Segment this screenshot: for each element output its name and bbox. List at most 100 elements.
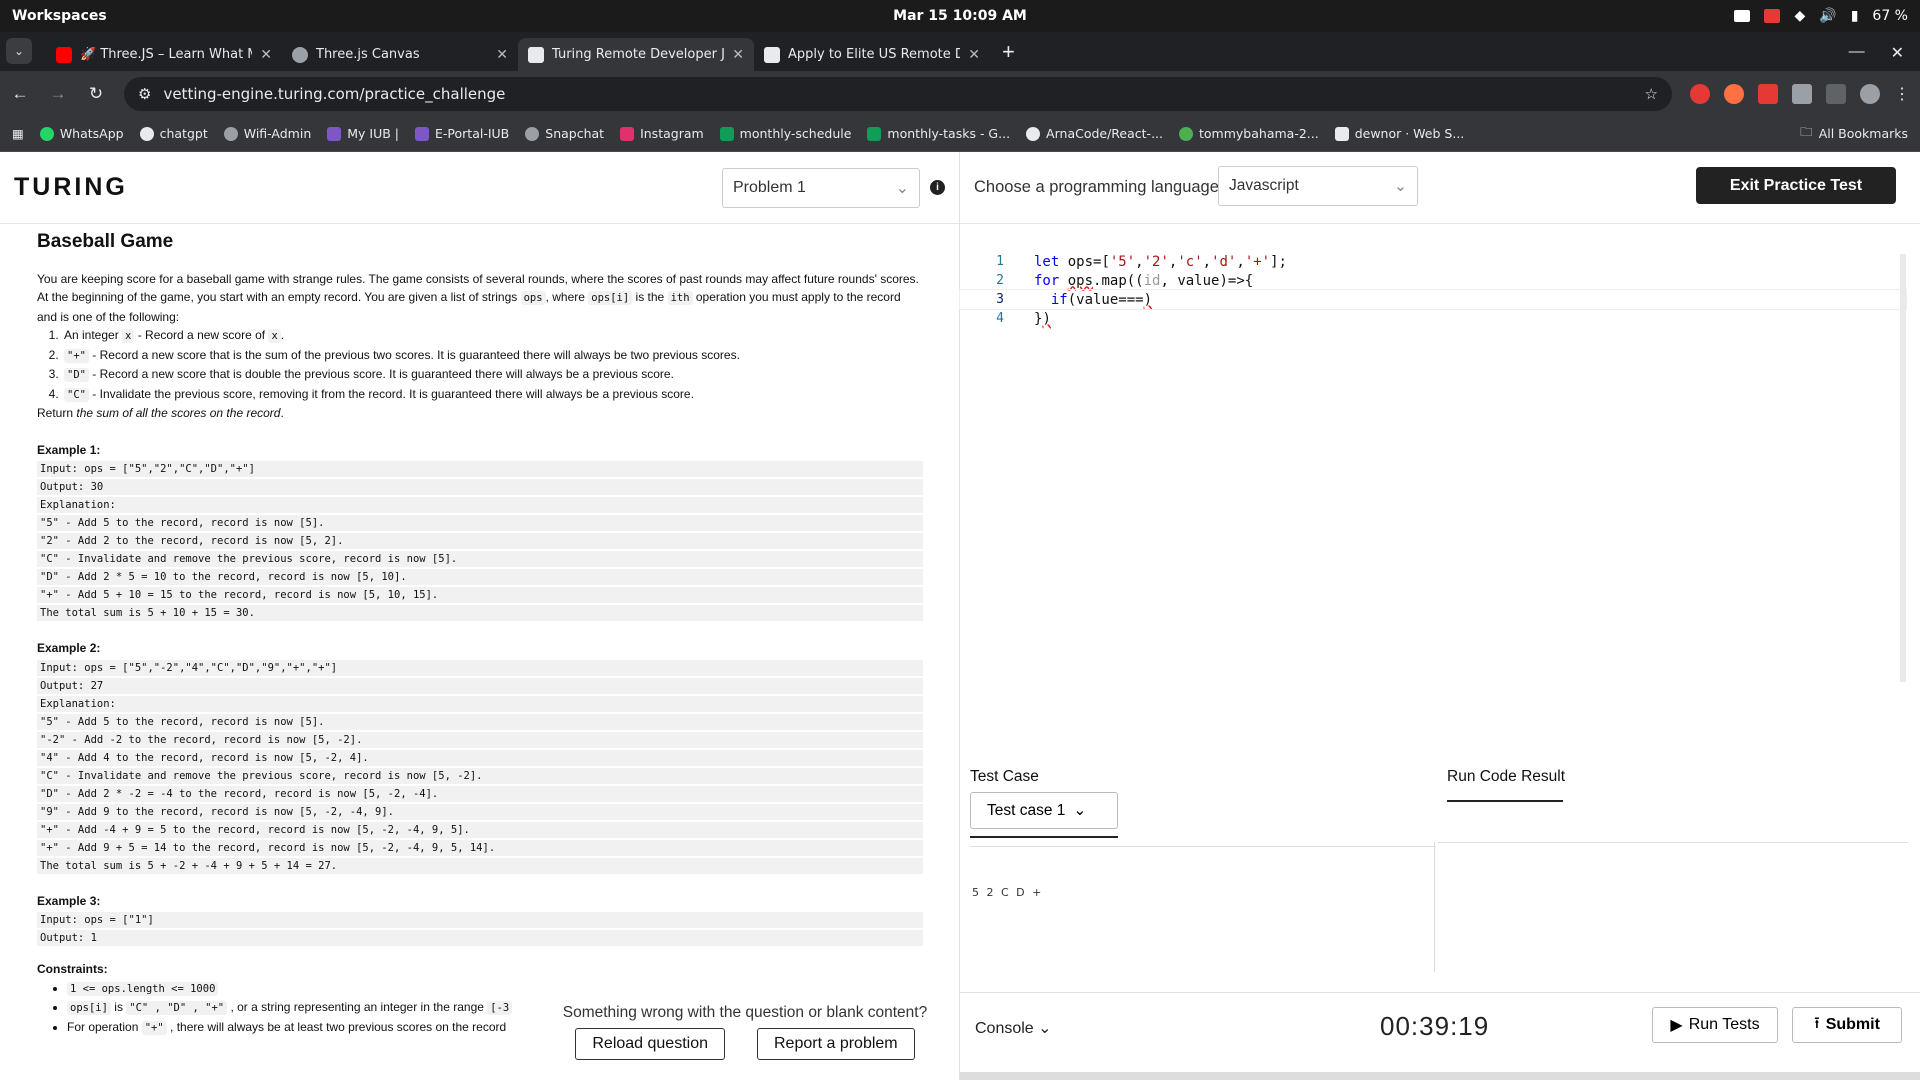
extension-new-icon[interactable] [1758,83,1778,104]
test-case-select[interactable]: Test case 1 ⌄ [970,792,1118,829]
code-text[interactable]: for ops.map((id, value)=>{ [1004,273,1253,289]
example-block: Input: ops = ["1"] Output: 1 [37,912,923,946]
text-segment: - Record a new score that is double the … [88,367,674,381]
minimize-icon[interactable]: — [1849,43,1865,63]
bookmark-item[interactable]: WhatsApp [39,126,124,141]
bookmark-item[interactable]: monthly-schedule [719,126,852,141]
text-segment: "C" [64,387,89,402]
bookmark-item[interactable]: chatgpt [139,126,208,141]
app-indicator-icon[interactable] [1764,9,1781,23]
text-segment: Output: 27 [37,677,923,694]
line-number: 1 [996,254,1004,269]
report-problem-button[interactable]: Report a problem [757,1028,915,1060]
bookmark-item[interactable]: ArnaCode/React-... [1026,126,1163,141]
text-segment: "C" , "D" , "+" [126,1001,228,1015]
puzzle-icon[interactable] [1792,83,1812,104]
bookmark-star-icon[interactable]: ☆ [1645,85,1658,103]
bookmark-label: dewnor · Web S... [1354,126,1465,141]
clock[interactable]: Mar 15 10:09 AM [893,8,1027,24]
bookmark-item[interactable]: dewnor · Web S... [1334,126,1465,141]
code-text[interactable]: }) [1004,311,1051,327]
window-list-icon[interactable] [1734,10,1751,22]
console-toggle[interactable]: Console ⌄ [975,1018,1052,1038]
bookmark-item[interactable]: My IUB | [327,126,399,141]
workspaces-label[interactable]: Workspaces [12,8,107,24]
close-window-icon[interactable]: ✕ [1891,43,1904,63]
reading-list-icon[interactable] [1826,83,1846,104]
bookmark-item[interactable]: Snapchat [525,126,604,141]
language-select[interactable]: Javascript ⌄ [1218,166,1418,206]
bookmark-item[interactable]: Wifi-Admin [223,126,311,141]
editor-scrollbar[interactable] [1900,254,1906,682]
rule-item: "D" - Record a new score that is double … [62,365,923,385]
all-bookmarks[interactable]: 🗀 All Bookmarks [1800,123,1908,144]
sheets-icon [867,126,882,141]
bookmark-item[interactable]: monthly-tasks - G... [867,126,1010,141]
browser-tab[interactable]: 🚀 Three.JS – Learn What Ma ✕ [46,38,282,71]
code-line[interactable]: 1 let ops=['5','2','c','d','+']; [960,252,1906,271]
iub-icon [327,126,342,141]
extensions: ⋮ [1690,83,1910,104]
info-icon[interactable]: i [930,180,945,195]
reload-icon[interactable]: ↻ [86,84,106,104]
problem-description: Baseball Game You are keeping score for … [0,224,959,1080]
problem-pane: TURING Problem 1 ⌄ i Baseball Game You a… [0,152,960,1080]
text-segment: ops[i] [588,291,633,305]
tab-search-icon[interactable]: ⌄ [6,38,32,64]
horizontal-scrollbar[interactable] [960,1072,1920,1080]
text-segment: "D" - Add 2 * -2 = -4 to the record, rec… [37,785,923,802]
tab-close-icon[interactable]: ✕ [260,47,272,63]
system-tray[interactable]: ◆ 🔊 ▮ 67 % [1734,8,1908,24]
github-icon [1026,126,1041,141]
browser-tab[interactable]: Apply to Elite US Remote De ✕ [754,38,990,71]
bookmark-label: tommybahama-2... [1199,126,1319,141]
bookmark-item[interactable]: Instagram [620,126,704,141]
problem-select[interactable]: Problem 1 ⌄ [722,168,920,208]
active-tab-indicator [970,836,1118,838]
text-segment: Input: ops = ["1"] [37,912,923,928]
code-text[interactable]: if(value===) [1004,292,1152,308]
battery-icon: ▮ [1850,8,1859,24]
menu-kebab-icon[interactable]: ⋮ [1894,84,1910,104]
back-arrow-icon[interactable]: ← [10,84,30,104]
submit-button[interactable]: ⭱ Submit [1792,1007,1902,1043]
extension-icon[interactable] [1690,83,1710,104]
browser-tab-active[interactable]: Turing Remote Developer Jo ✕ [518,38,754,71]
editor-footer: Console ⌄ 00:39:19 ▶ Run Tests ⭱ Submit [960,992,1920,1072]
code-editor[interactable]: 1 let ops=['5','2','c','d','+']; 2 for ops… [959,252,1907,730]
bookmark-label: monthly-schedule [739,126,852,141]
folder-icon: 🗀 [1800,124,1813,139]
run-tests-button[interactable]: ▶ Run Tests [1652,1007,1778,1043]
text-segment: 1 <= ops.length <= 1000 [67,981,219,996]
text-segment: Output: 30 [37,479,923,495]
upload-icon: ⭱ [1814,1014,1820,1032]
tab-close-icon[interactable]: ✕ [732,47,744,63]
code-line-current[interactable]: 3 if(value===) [959,289,1907,310]
code-text[interactable]: let ops=['5','2','c','d','+']; [1004,254,1287,270]
tab-close-icon[interactable]: ✕ [496,47,508,63]
instagram-icon [620,126,635,141]
url-field[interactable]: ⚙ vetting-engine.turing.com/practice_cha… [124,76,1672,111]
browser-tab[interactable]: Three.js Canvas ✕ [282,38,518,71]
profile-avatar-icon[interactable] [1860,83,1880,104]
apps-grid-icon[interactable]: ▦ [12,126,24,141]
url-text[interactable]: vetting-engine.turing.com/practice_chall… [163,85,1632,103]
bookmark-item[interactable]: tommybahama-2... [1179,126,1319,141]
bookmark-item[interactable]: E-Portal-IUB [415,126,509,141]
code-line[interactable]: 2 for ops.map((id, value)=>{ [960,271,1906,290]
new-tab-icon[interactable]: + [990,39,1027,71]
code-line[interactable]: 4}) [960,309,1906,328]
tab-strip: ⌄ 🚀 Three.JS – Learn What Ma ✕ Three.js … [0,32,1920,71]
forward-arrow-icon[interactable]: → [48,84,68,104]
site-info-icon[interactable]: ⚙ [138,85,151,103]
tab-close-icon[interactable]: ✕ [968,47,980,63]
exit-practice-test-button[interactable]: Exit Practice Test [1696,167,1896,204]
window-controls: — ✕ [1849,43,1920,71]
extension-icon[interactable] [1724,83,1744,104]
example-title: Example 3: [37,893,101,908]
bookmark-label: Instagram [640,126,704,141]
reload-question-button[interactable]: Reload question [575,1028,725,1060]
rules-list: An integer x - Record a new score of x. … [62,326,923,404]
divider [1438,842,1908,843]
tab-title: 🚀 Three.JS – Learn What Ma [80,47,253,62]
